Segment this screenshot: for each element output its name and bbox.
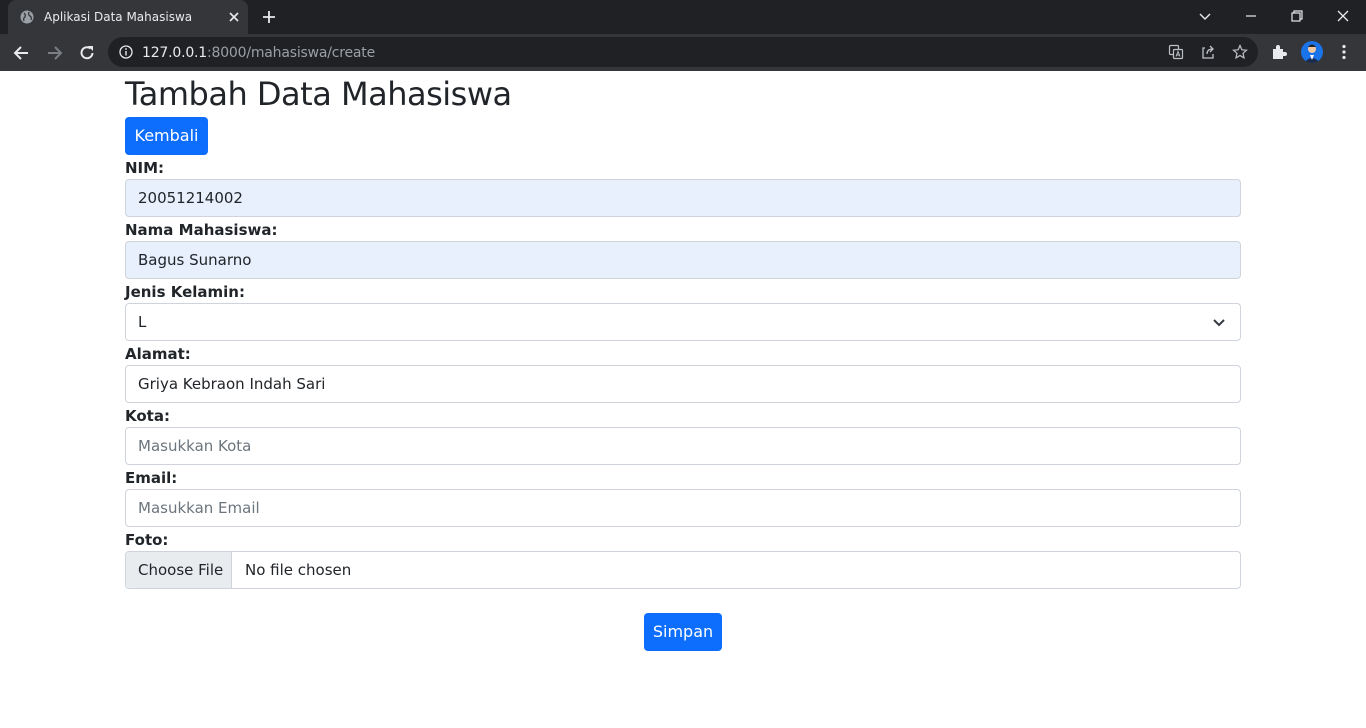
info-icon[interactable] <box>119 45 133 59</box>
alamat-input[interactable]: Griya Kebraon Indah Sari <box>125 365 1241 403</box>
jenis-kelamin-select[interactable]: L <box>125 303 1241 341</box>
menu-kebab-icon[interactable] <box>1335 43 1353 61</box>
bookmark-star-icon[interactable] <box>1232 44 1248 60</box>
reload-icon[interactable] <box>77 43 97 63</box>
back-arrow-icon[interactable] <box>12 43 32 63</box>
page-title: Tambah Data Mahasiswa <box>125 75 512 113</box>
choose-file-button[interactable]: Choose File <box>126 552 232 588</box>
nama-label: Nama Mahasiswa: <box>125 221 278 239</box>
tab-title: Aplikasi Data Mahasiswa <box>44 10 193 24</box>
email-input[interactable]: Masukkan Email <box>125 489 1241 527</box>
globe-icon <box>20 10 34 24</box>
new-tab-icon[interactable] <box>261 9 277 25</box>
share-icon[interactable] <box>1200 44 1216 60</box>
nama-input[interactable]: Bagus Sunarno <box>125 241 1241 279</box>
translate-icon[interactable] <box>1168 44 1184 60</box>
chevron-down-icon <box>1213 319 1225 327</box>
restore-icon[interactable] <box>1289 8 1305 24</box>
browser-toolbar: 127.0.0.1:8000/mahasiswa/create <box>0 34 1366 71</box>
url-text: 127.0.0.1:8000/mahasiswa/create <box>142 45 375 61</box>
extensions-icon[interactable] <box>1270 43 1288 61</box>
foto-label: Foto: <box>125 531 169 549</box>
address-bar[interactable]: 127.0.0.1:8000/mahasiswa/create <box>108 37 1258 67</box>
nim-input[interactable]: 20051214002 <box>125 179 1241 217</box>
jenis-kelamin-value: L <box>138 313 147 331</box>
forward-arrow-icon[interactable] <box>44 43 64 63</box>
jenis-kelamin-label: Jenis Kelamin: <box>125 283 245 301</box>
nim-label: NIM: <box>125 159 165 177</box>
minimize-icon[interactable] <box>1243 8 1259 24</box>
file-status-text: No file chosen <box>245 561 352 579</box>
page-content: Tambah Data Mahasiswa Kembali NIM: 20051… <box>0 71 1366 728</box>
profile-photo-icon <box>1304 44 1320 63</box>
email-label: Email: <box>125 469 178 487</box>
simpan-button[interactable]: Simpan <box>644 613 722 651</box>
kota-input[interactable]: Masukkan Kota <box>125 427 1241 465</box>
profile-avatar[interactable] <box>1301 41 1323 63</box>
tab-search-icon[interactable] <box>1197 8 1213 24</box>
foto-file-input[interactable]: Choose File No file chosen <box>125 551 1241 589</box>
back-button[interactable]: Kembali <box>125 117 208 155</box>
close-tab-icon[interactable] <box>226 9 242 25</box>
alamat-label: Alamat: <box>125 345 191 363</box>
browser-tab[interactable]: Aplikasi Data Mahasiswa <box>8 0 248 34</box>
browser-tab-bar: Aplikasi Data Mahasiswa <box>0 0 1366 34</box>
kota-label: Kota: <box>125 407 170 425</box>
close-window-icon[interactable] <box>1335 8 1351 24</box>
